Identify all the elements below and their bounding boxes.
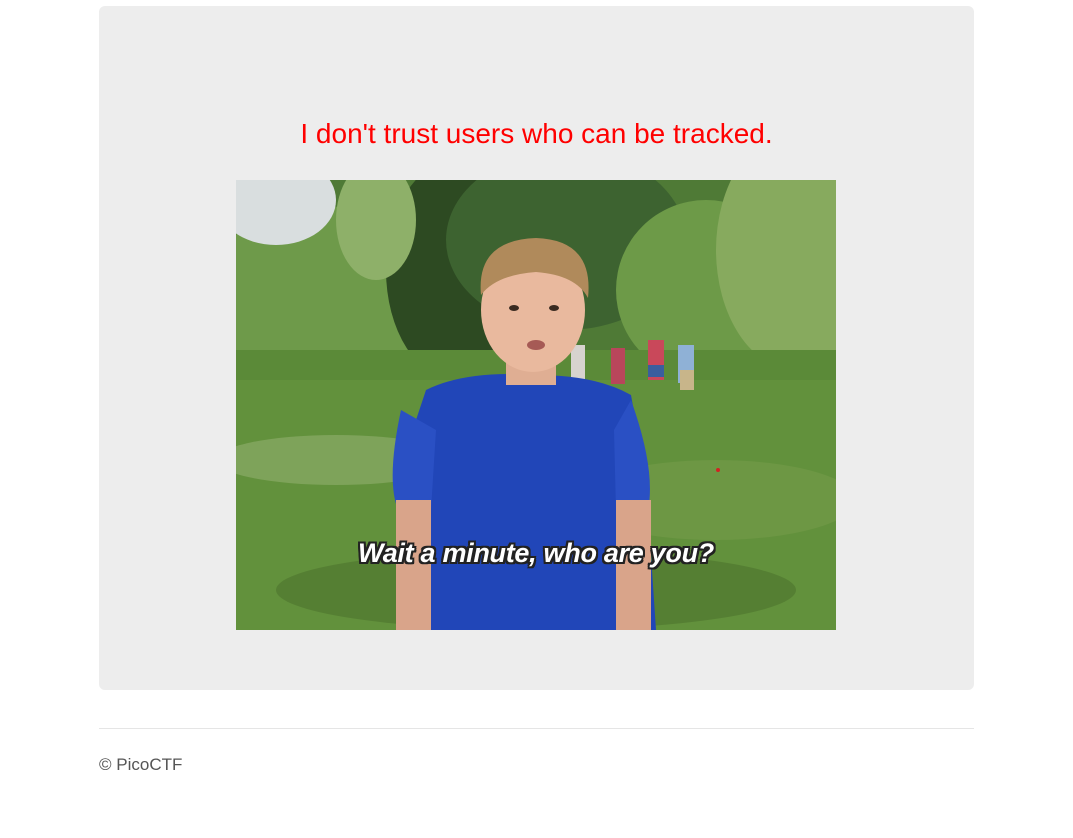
message-heading: I don't trust users who can be tracked. [300, 118, 773, 149]
footer-divider [99, 728, 974, 729]
meme-caption: Wait a minute, who are you? [358, 538, 714, 568]
copyright-text: © PicoCTF [99, 755, 183, 774]
meme-image: Wait a minute, who are you? [236, 180, 836, 630]
jumbotron: I don't trust users who can be tracked. [99, 6, 974, 690]
footer: © PicoCTF [99, 754, 182, 776]
